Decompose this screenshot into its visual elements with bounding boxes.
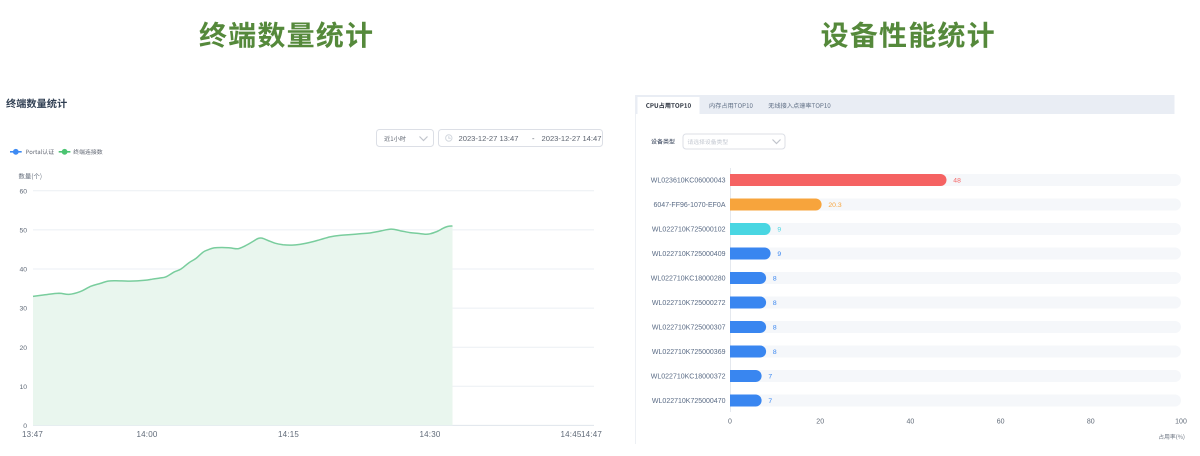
svg-text:0: 0 [728, 419, 732, 426]
svg-text:9: 9 [777, 251, 781, 258]
svg-text:WL023610KC06000043: WL023610KC06000043 [651, 178, 726, 185]
svg-text:14:15: 14:15 [278, 430, 299, 439]
svg-text:8: 8 [773, 300, 777, 307]
svg-text:20: 20 [816, 419, 824, 426]
svg-text:80: 80 [1087, 419, 1095, 426]
svg-text:WL022710K725000102: WL022710K725000102 [652, 227, 726, 234]
svg-text:40: 40 [907, 419, 915, 426]
svg-text:14:45: 14:45 [560, 430, 581, 439]
svg-text:0: 0 [23, 423, 27, 430]
svg-text:50: 50 [19, 228, 27, 235]
svg-text:8: 8 [773, 275, 777, 282]
svg-text:14:47: 14:47 [581, 430, 602, 439]
svg-text:20.3: 20.3 [828, 202, 841, 209]
svg-text:48: 48 [953, 177, 961, 184]
svg-text:10: 10 [19, 384, 27, 391]
svg-text:2023-12-27 14:47: 2023-12-27 14:47 [542, 134, 602, 143]
svg-text:100: 100 [1175, 419, 1187, 426]
svg-text:60: 60 [997, 419, 1005, 426]
svg-text:6047-FF96-1070-EF0A: 6047-FF96-1070-EF0A [654, 202, 726, 209]
svg-text:WL022710KC18000372: WL022710KC18000372 [651, 374, 726, 381]
svg-text:40: 40 [19, 267, 27, 274]
svg-text:8: 8 [773, 324, 777, 331]
svg-text:9: 9 [777, 226, 781, 233]
svg-text:8: 8 [773, 349, 777, 356]
svg-text:30: 30 [19, 306, 27, 313]
svg-text:WL022710K725000369: WL022710K725000369 [652, 349, 726, 356]
svg-text:WL022710K725000272: WL022710K725000272 [652, 300, 726, 307]
svg-text:7: 7 [768, 373, 772, 380]
svg-text:14:30: 14:30 [419, 430, 440, 439]
svg-text:14:00: 14:00 [136, 430, 157, 439]
svg-text:60: 60 [19, 188, 27, 195]
svg-text:2023-12-27 13:47: 2023-12-27 13:47 [459, 134, 519, 143]
svg-text:WL022710KC18000280: WL022710KC18000280 [651, 276, 726, 283]
svg-text:WL022710K725000470: WL022710K725000470 [652, 398, 726, 405]
svg-text:7: 7 [768, 398, 772, 405]
svg-text:WL022710K725000307: WL022710K725000307 [652, 325, 726, 332]
svg-text:13:47: 13:47 [22, 430, 43, 439]
svg-text:WL022710K725000409: WL022710K725000409 [652, 251, 726, 258]
svg-text:20: 20 [19, 345, 27, 352]
